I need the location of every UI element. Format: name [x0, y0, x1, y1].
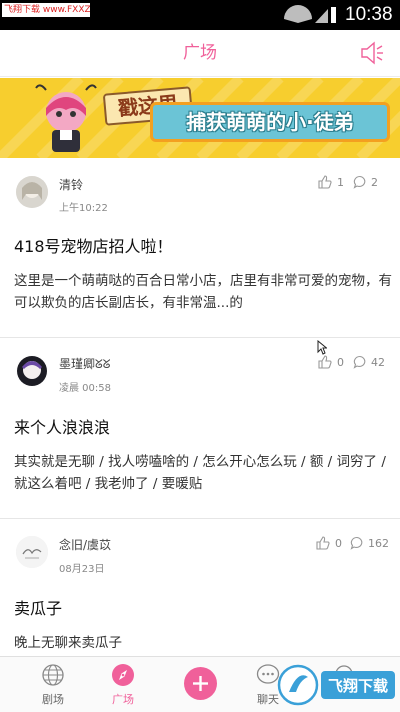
thumbs-up-icon	[316, 536, 330, 550]
speaker-icon[interactable]	[360, 40, 384, 66]
promo-banner[interactable]: 戳这里 捕获萌萌的小·徒弟	[0, 78, 400, 158]
avatar[interactable]	[16, 355, 48, 387]
thumbs-up-icon	[318, 175, 332, 189]
comment-count: 162	[368, 536, 389, 550]
like-button[interactable]: 0	[318, 355, 344, 369]
wifi-battery-icon	[284, 5, 336, 23]
post-card[interactable]: 清铃 上午10:22 1 2 418号宠物店招人啦！ 这里是一个萌萌哒的百合日常…	[0, 158, 400, 338]
page-title: 广场	[183, 43, 217, 63]
nav-label: 剧场	[42, 693, 64, 706]
post-time: 08月23日	[59, 564, 105, 575]
post-feed[interactable]: 清铃 上午10:22 1 2 418号宠物店招人啦！ 这里是一个萌萌哒的百合日常…	[0, 158, 400, 656]
avatar[interactable]	[16, 536, 48, 568]
watermark-text: 飞翔下载	[328, 677, 388, 695]
post-title[interactable]: 来个人浪浪浪	[14, 414, 110, 438]
like-button[interactable]: 0	[316, 536, 342, 550]
thumbs-up-icon	[318, 355, 332, 369]
post-author[interactable]: 清铃	[59, 176, 83, 193]
new-post-button[interactable]	[184, 667, 217, 700]
watermark-label: 飞翔下载 www.FXXZ.com	[2, 3, 90, 17]
like-button[interactable]: 1	[318, 175, 344, 189]
post-time: 凌晨 00:58	[59, 383, 111, 394]
banner-character-image	[35, 84, 97, 152]
avatar-image	[16, 536, 48, 568]
post-title[interactable]: 418号宠物店招人啦！	[14, 233, 173, 257]
header: 广场	[0, 30, 400, 77]
status-bar: 飞翔下载 www.FXXZ.com 10:38	[0, 0, 400, 30]
post-author[interactable]: 墨瑾卿ᘜᘜ	[59, 355, 111, 372]
comment-button[interactable]: 42	[353, 355, 385, 369]
avatar[interactable]	[16, 176, 48, 208]
mouse-cursor-icon	[317, 340, 327, 355]
post-card[interactable]: 墨瑾卿ᘜᘜ 凌晨 00:58 0 42 来个人浪浪浪 其实就是无聊 / 找人唠嗑…	[0, 339, 400, 519]
post-title[interactable]: 卖瓜子	[14, 595, 62, 619]
comment-icon	[353, 175, 366, 189]
comment-count: 2	[371, 175, 378, 189]
post-excerpt[interactable]: 晚上无聊来卖瓜子	[14, 632, 394, 656]
post-card[interactable]: 念旧/虞苡 08月23日 0 162 卖瓜子 晚上无聊来卖瓜子	[0, 520, 400, 656]
post-excerpt[interactable]: 这里是一个萌萌哒的百合日常小店，店里有非常可爱的宠物，有可以欺负的店长副店长，有…	[14, 270, 394, 314]
comment-button[interactable]: 2	[353, 175, 378, 189]
avatar-image	[16, 355, 48, 387]
comment-count: 42	[371, 355, 385, 369]
clock: 10:38	[345, 4, 393, 25]
post-time: 上午10:22	[59, 203, 108, 214]
comment-button[interactable]: 162	[350, 536, 389, 550]
comment-icon	[350, 536, 363, 550]
like-count: 0	[337, 355, 344, 369]
globe-icon	[42, 664, 64, 686]
plus-icon	[193, 676, 208, 691]
comment-icon	[353, 355, 366, 369]
post-excerpt[interactable]: 其实就是无聊 / 找人唠嗑啥的 / 怎么开心怎么玩 / 额 / 词穷了 / 就这…	[14, 451, 394, 495]
nav-item-theater[interactable]: 剧场	[18, 657, 88, 712]
nav-label: 广场	[112, 693, 134, 706]
banner-subtitle: 捕获萌萌的小·徒弟	[150, 102, 390, 142]
compass-icon	[112, 664, 134, 686]
avatar-image	[16, 176, 48, 208]
watermark-logo: 飞翔下载	[277, 664, 395, 706]
post-author[interactable]: 念旧/虞苡	[59, 536, 111, 553]
like-count: 1	[337, 175, 344, 189]
like-count: 0	[335, 536, 342, 550]
nav-item-square[interactable]: 广场	[88, 657, 158, 712]
